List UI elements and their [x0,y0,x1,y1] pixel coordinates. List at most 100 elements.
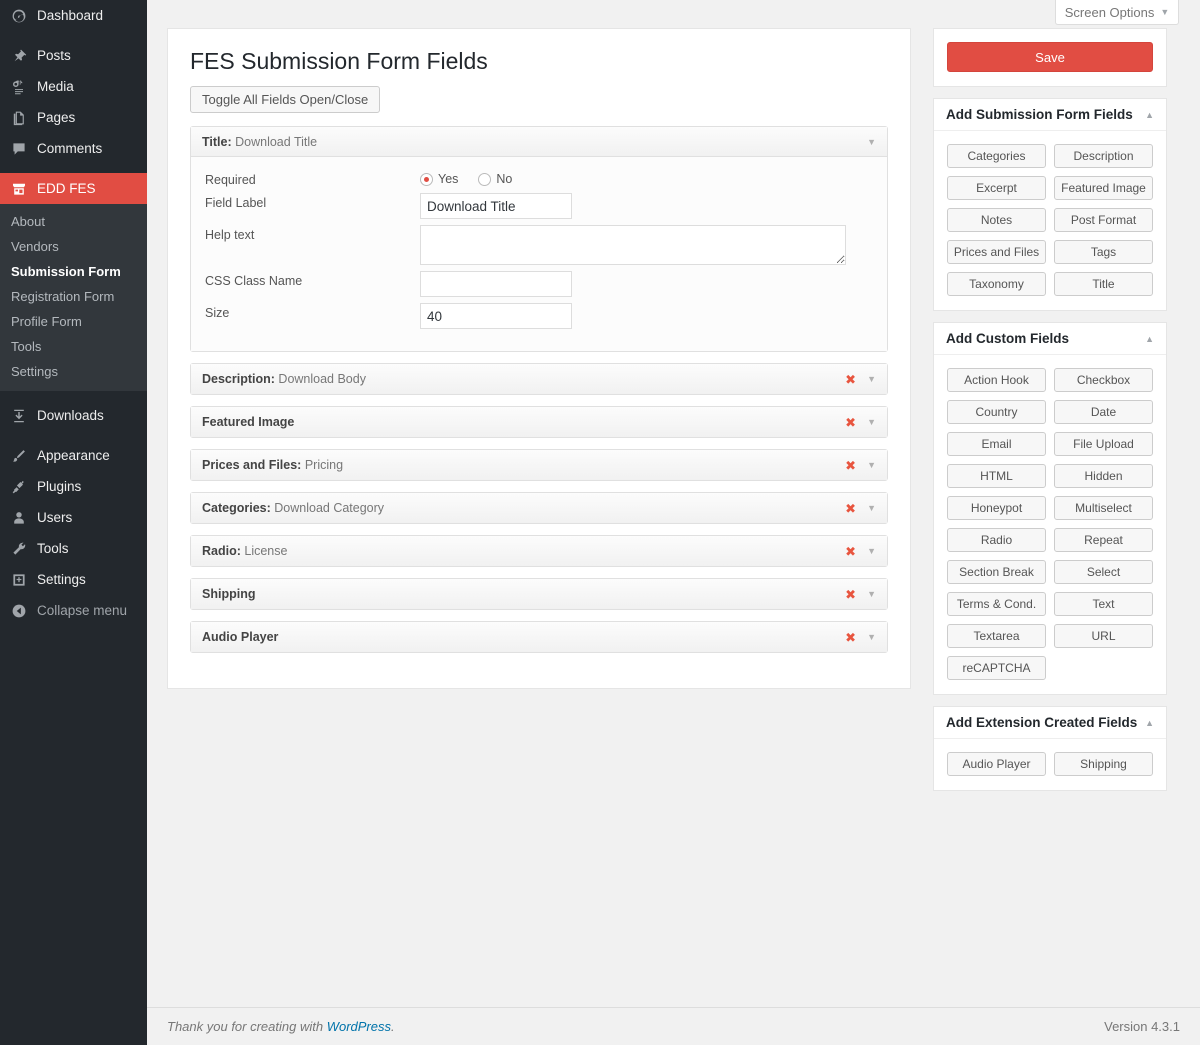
menu-separator [0,164,147,173]
delete-field-icon[interactable]: ✖ [845,502,856,515]
sidebar-item-dashboard[interactable]: Dashboard [0,0,147,31]
panel-header[interactable]: Add Submission Form Fields▲ [934,99,1166,131]
sidebar-item-media[interactable]: Media [0,71,147,102]
help-text-textarea[interactable] [420,225,846,265]
add-field-button-recaptcha[interactable]: reCAPTCHA [947,656,1046,680]
sidebar-item-appearance[interactable]: Appearance [0,440,147,471]
add-field-button-country[interactable]: Country [947,400,1046,424]
add-field-button-title[interactable]: Title [1054,272,1153,296]
sidebar-item-tools[interactable]: Tools [0,533,147,564]
field-header[interactable]: Shipping✖▼ [191,579,887,609]
field-header[interactable]: Categories: Download Category✖▼ [191,493,887,523]
add-field-button-notes[interactable]: Notes [947,208,1046,232]
sidebar-subitem-settings[interactable]: Settings [0,359,147,384]
sidebar-item-label: Settings [37,572,86,587]
add-field-button-audio-player[interactable]: Audio Player [947,752,1046,776]
radio-no[interactable] [478,173,491,186]
add-field-button-shipping[interactable]: Shipping [1054,752,1153,776]
sidebar-item-edd-fes[interactable]: EDD FES [0,173,147,204]
add-field-button-url[interactable]: URL [1054,624,1153,648]
delete-field-icon[interactable]: ✖ [845,545,856,558]
add-field-button-featured-image[interactable]: Featured Image [1054,176,1153,200]
add-field-button-email[interactable]: Email [947,432,1046,456]
css-class-input[interactable] [420,271,572,297]
field-header[interactable]: Radio: License✖▼ [191,536,887,566]
field-header[interactable]: Description: Download Body✖▼ [191,364,887,394]
panel-add-custom-fields: Add Custom Fields▲ Action Hook Checkbox Cou… [933,322,1167,695]
chevron-down-icon[interactable]: ▼ [867,137,876,147]
panel-button-grid: Audio Player Shipping [934,739,1166,790]
sidebar-item-plugins[interactable]: Plugins [0,471,147,502]
add-field-button-file-upload[interactable]: File Upload [1054,432,1153,456]
chevron-up-icon[interactable]: ▲ [1145,334,1154,344]
add-field-button-hidden[interactable]: Hidden [1054,464,1153,488]
toggle-all-fields-button[interactable]: Toggle All Fields Open/Close [190,86,380,113]
size-input[interactable] [420,303,572,329]
add-field-button-date[interactable]: Date [1054,400,1153,424]
field-header[interactable]: Featured Image✖▼ [191,407,887,437]
field-header-title[interactable]: Title: Download Title ▼ [191,127,887,157]
wordpress-link[interactable]: WordPress [327,1019,391,1034]
radio-yes[interactable] [420,173,433,186]
delete-field-icon[interactable]: ✖ [845,631,856,644]
required-label: Required [205,170,420,187]
add-field-button-checkbox[interactable]: Checkbox [1054,368,1153,392]
footer-thanks: Thank you for creating with WordPress. [167,1019,1104,1034]
field-label-input[interactable] [420,193,572,219]
sidebar-subitem-about[interactable]: About [0,209,147,234]
add-field-button-multiselect[interactable]: Multiselect [1054,496,1153,520]
pages-icon [11,110,37,126]
field-header[interactable]: Prices and Files: Pricing✖▼ [191,450,887,480]
field-header[interactable]: Audio Player✖▼ [191,622,887,652]
add-field-button-description[interactable]: Description [1054,144,1153,168]
add-field-button-tags[interactable]: Tags [1054,240,1153,264]
panel-header[interactable]: Add Extension Created Fields▲ [934,707,1166,739]
delete-field-icon[interactable]: ✖ [845,416,856,429]
add-field-button-prices-and-files[interactable]: Prices and Files [947,240,1046,264]
sidebar-item-users[interactable]: Users [0,502,147,533]
menu-separator [0,431,147,440]
add-field-button-post-format[interactable]: Post Format [1054,208,1153,232]
help-text-label: Help text [205,225,420,242]
form-row-required: Required Yes No [205,170,873,187]
sidebar-item-downloads[interactable]: Downloads [0,400,147,431]
add-field-button-excerpt[interactable]: Excerpt [947,176,1046,200]
chevron-down-icon[interactable]: ▼ [867,460,876,470]
sidebar-subitem-registration-form[interactable]: Registration Form [0,284,147,309]
delete-field-icon[interactable]: ✖ [845,588,856,601]
delete-field-icon[interactable]: ✖ [845,459,856,472]
collapsed-fields-list: Description: Download Body✖▼Featured Ima… [190,363,888,653]
sidebar-subitem-tools[interactable]: Tools [0,334,147,359]
add-field-button-radio[interactable]: Radio [947,528,1046,552]
add-field-button-terms-cond-[interactable]: Terms & Cond. [947,592,1046,616]
delete-field-icon[interactable]: ✖ [845,373,856,386]
sidebar-subitem-vendors[interactable]: Vendors [0,234,147,259]
add-field-button-action-hook[interactable]: Action Hook [947,368,1046,392]
panel-header[interactable]: Add Custom Fields▲ [934,323,1166,355]
save-button[interactable]: Save [947,42,1153,72]
add-field-button-honeypot[interactable]: Honeypot [947,496,1046,520]
sidebar-item-settings[interactable]: Settings [0,564,147,595]
add-field-button-text[interactable]: Text [1054,592,1153,616]
add-field-button-taxonomy[interactable]: Taxonomy [947,272,1046,296]
add-field-button-html[interactable]: HTML [947,464,1046,488]
sidebar-item-pages[interactable]: Pages [0,102,147,133]
chevron-down-icon[interactable]: ▼ [867,546,876,556]
chevron-down-icon[interactable]: ▼ [867,589,876,599]
sidebar-item-posts[interactable]: Posts [0,40,147,71]
chevron-up-icon[interactable]: ▲ [1145,110,1154,120]
sidebar-subitem-profile-form[interactable]: Profile Form [0,309,147,334]
add-field-button-textarea[interactable]: Textarea [947,624,1046,648]
add-field-button-select[interactable]: Select [1054,560,1153,584]
chevron-up-icon[interactable]: ▲ [1145,718,1154,728]
chevron-down-icon[interactable]: ▼ [867,417,876,427]
sidebar-item-collapse-menu[interactable]: Collapse menu [0,595,147,626]
chevron-down-icon[interactable]: ▼ [867,632,876,642]
add-field-button-section-break[interactable]: Section Break [947,560,1046,584]
sidebar-subitem-submission-form[interactable]: Submission Form [0,259,147,284]
chevron-down-icon[interactable]: ▼ [867,374,876,384]
sidebar-item-comments[interactable]: Comments [0,133,147,164]
add-field-button-categories[interactable]: Categories [947,144,1046,168]
chevron-down-icon[interactable]: ▼ [867,503,876,513]
add-field-button-repeat[interactable]: Repeat [1054,528,1153,552]
